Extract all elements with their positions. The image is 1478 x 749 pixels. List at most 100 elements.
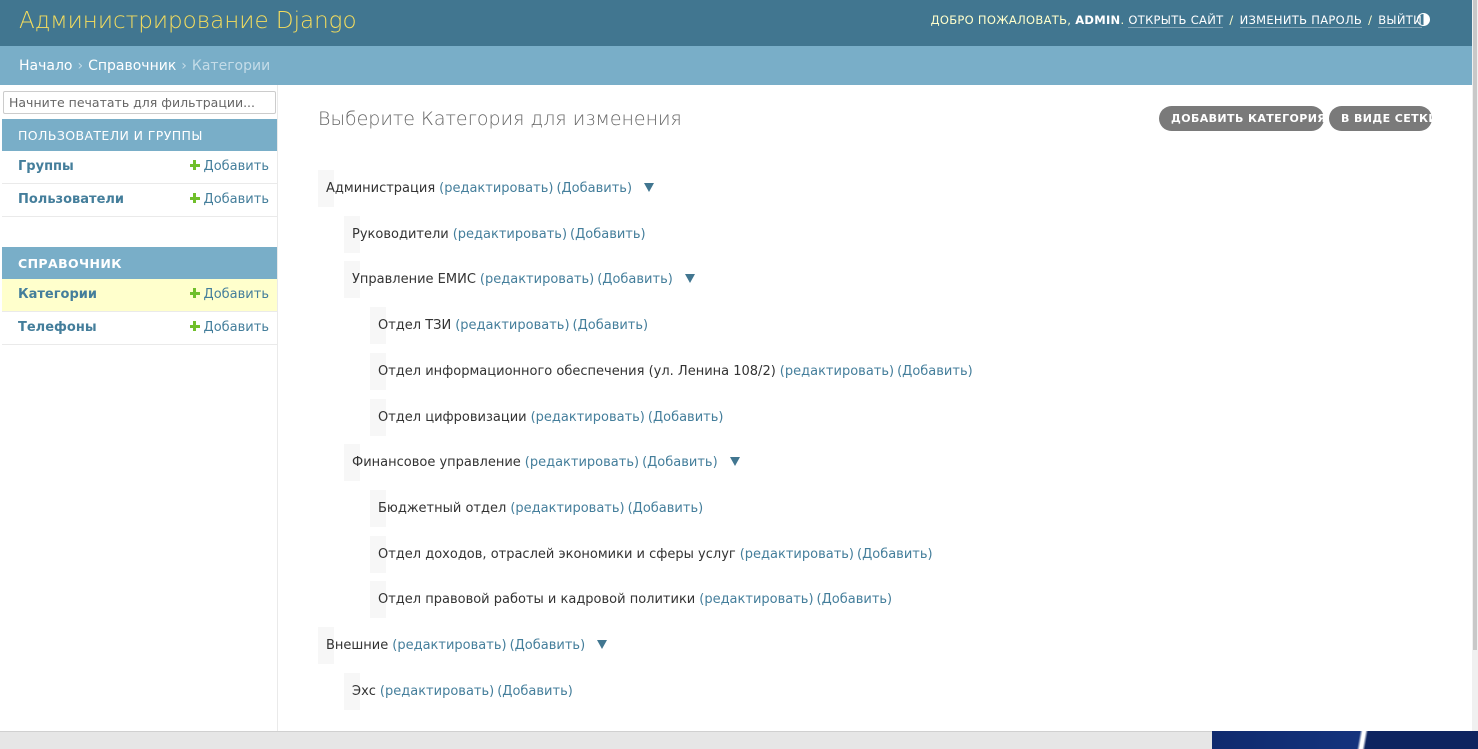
view-site-link[interactable]: Открыть сайт <box>1128 13 1224 28</box>
add-label: Добавить <box>203 320 269 335</box>
category-name: Внешние <box>326 638 389 653</box>
welcome-text: Добро пожаловать, <box>930 13 1072 27</box>
breadcrumb-separator: › <box>181 58 187 74</box>
add-child-link[interactable]: (Добавить) <box>570 227 646 242</box>
edit-link[interactable]: (редактировать) <box>699 592 813 607</box>
category-name: Эхс <box>352 684 376 699</box>
category-name: Отдел доходов, отраслей экономики и сфер… <box>378 547 736 562</box>
expand-triangle-icon[interactable] <box>684 274 695 283</box>
add-user-button[interactable]: Добавить <box>189 192 269 207</box>
change-password-link[interactable]: Изменить пароль <box>1239 13 1363 28</box>
add-child-link[interactable]: (Добавить) <box>897 364 973 379</box>
tree-row: Отдел правовой работы и кадровой политик… <box>370 581 892 618</box>
tree-row: Отдел доходов, отраслей экономики и сфер… <box>370 536 933 573</box>
tree-row: Бюджетный отдел (редактировать) (Добавить) <box>370 490 703 527</box>
tree-row: Управление ЕМИС (редактировать) (Добавить) <box>344 261 695 298</box>
expand-triangle-icon[interactable] <box>597 640 608 649</box>
add-label: Добавить <box>203 192 269 207</box>
edit-link[interactable]: (редактировать) <box>531 410 645 425</box>
add-child-link[interactable]: (Добавить) <box>642 455 718 470</box>
sidebar-item-phones[interactable]: Телефоны Добавить <box>2 312 277 345</box>
add-category-sidebar-button[interactable]: Добавить <box>189 287 269 302</box>
tree-row: Администрация (редактировать) (Добавить) <box>318 170 655 207</box>
scrollbar-thumb[interactable] <box>1473 0 1477 650</box>
add-group-button[interactable]: Добавить <box>189 159 269 174</box>
plus-icon <box>189 321 200 331</box>
username: admin <box>1075 13 1121 27</box>
add-child-link[interactable]: (Добавить) <box>648 410 724 425</box>
expand-triangle-icon[interactable] <box>729 457 740 466</box>
tree-row: Финансовое управление (редактировать) (Доб… <box>344 444 740 481</box>
breadcrumb-app[interactable]: Справочник <box>88 58 176 74</box>
add-child-link[interactable]: (Добавить) <box>497 684 573 699</box>
plus-icon <box>189 160 200 170</box>
sidebar-item-label[interactable]: Телефоны <box>18 320 97 335</box>
site-header: Администрирование Django Добро пожаловат… <box>0 0 1472 46</box>
breadcrumb-current: Категории <box>191 58 271 74</box>
user-tools: Добро пожаловать, admin. Открыть сайт / … <box>930 13 1422 28</box>
site-name[interactable]: Администрирование Django <box>19 8 357 34</box>
module-caption-auth[interactable]: Пользователи и группы <box>2 119 277 151</box>
separator: / <box>1368 13 1373 27</box>
add-label: Добавить <box>203 287 269 302</box>
tree-row: Руководители (редактировать) (Добавить) <box>344 216 646 253</box>
breadcrumb-home[interactable]: Начало <box>19 58 72 74</box>
edit-link[interactable]: (редактировать) <box>455 318 569 333</box>
category-name: Управление ЕМИС <box>352 272 476 287</box>
plus-icon <box>189 193 200 203</box>
edit-link[interactable]: (редактировать) <box>525 455 639 470</box>
edit-link[interactable]: (редактировать) <box>439 181 553 196</box>
add-child-link[interactable]: (Добавить) <box>556 181 632 196</box>
tree-row: Отдел информационного обеспечения (ул. Л… <box>370 353 973 390</box>
category-name: Отдел правовой работы и кадровой политик… <box>378 592 696 607</box>
add-child-link[interactable]: (Добавить) <box>857 547 933 562</box>
category-name: Бюджетный отдел <box>378 501 507 516</box>
add-category-button[interactable]: Добавить Категория <box>1159 106 1344 131</box>
edit-link[interactable]: (редактировать) <box>380 684 494 699</box>
grid-view-button[interactable]: В виде сетки <box>1329 106 1438 131</box>
tree-row: Внешние (редактировать) (Добавить) <box>318 627 608 664</box>
edit-link[interactable]: (редактировать) <box>510 501 624 516</box>
half-circle-icon[interactable] <box>1417 13 1430 26</box>
taskbar-wallpaper <box>1212 731 1478 749</box>
edit-link[interactable]: (редактировать) <box>780 364 894 379</box>
logout-link[interactable]: Выйти <box>1378 13 1422 28</box>
sidebar-item-label[interactable]: Пользователи <box>18 192 124 207</box>
category-name: Отдел ТЗИ <box>378 318 452 333</box>
category-name: Руководители <box>352 227 449 242</box>
breadcrumb: Начало › Справочник › Категории <box>0 46 1472 85</box>
tree-row: Эхс (редактировать) (Добавить) <box>344 673 573 710</box>
add-child-link[interactable]: (Добавить) <box>573 318 649 333</box>
add-child-link[interactable]: (Добавить) <box>817 592 893 607</box>
category-name: Отдел информационного обеспечения (ул. Л… <box>378 364 776 379</box>
page-title: Выберите Категория для изменения <box>318 108 682 130</box>
module-caption-directory[interactable]: Справочник <box>2 247 277 279</box>
sidebar-filter-input[interactable] <box>3 91 276 114</box>
separator: / <box>1229 13 1234 27</box>
sidebar-item-categories[interactable]: Категории Добавить <box>2 279 277 312</box>
add-phone-button[interactable]: Добавить <box>189 320 269 335</box>
grid-view-label: В виде сетки <box>1341 112 1439 125</box>
category-name: Отдел цифровизации <box>378 410 527 425</box>
edit-link[interactable]: (редактировать) <box>740 547 854 562</box>
expand-triangle-icon[interactable] <box>644 183 655 192</box>
add-child-link[interactable]: (Добавить) <box>510 638 586 653</box>
add-category-label: Добавить Категория <box>1171 112 1327 125</box>
edit-link[interactable]: (редактировать) <box>453 227 567 242</box>
category-name: Финансовое управление <box>352 455 521 470</box>
breadcrumb-separator: › <box>77 58 84 74</box>
tree-row: Отдел ТЗИ (редактировать) (Добавить) <box>370 307 648 344</box>
sidebar-item-label[interactable]: Группы <box>18 159 74 174</box>
sidebar-item-users[interactable]: Пользователи Добавить <box>2 184 277 217</box>
plus-icon <box>189 288 200 298</box>
sidebar-item-label[interactable]: Категории <box>18 287 97 302</box>
tree-row: Отдел цифровизации (редактировать) (Добави… <box>370 399 723 436</box>
nav-sidebar: Пользователи и группы Группы Добавить По… <box>0 85 278 731</box>
edit-link[interactable]: (редактировать) <box>392 638 506 653</box>
add-child-link[interactable]: (Добавить) <box>597 272 673 287</box>
sidebar-item-groups[interactable]: Группы Добавить <box>2 151 277 184</box>
edit-link[interactable]: (редактировать) <box>480 272 594 287</box>
category-name: Администрация <box>326 181 436 196</box>
add-label: Добавить <box>203 159 269 174</box>
add-child-link[interactable]: (Добавить) <box>628 501 704 516</box>
